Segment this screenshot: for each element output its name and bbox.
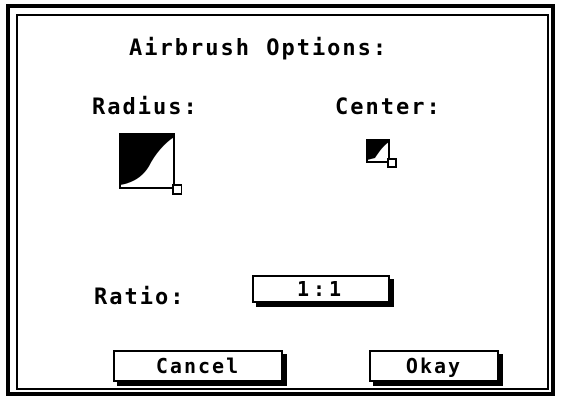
cancel-button[interactable]: Cancel (113, 350, 283, 382)
radius-handle[interactable] (172, 184, 182, 195)
ratio-field[interactable]: 1:1 (252, 275, 390, 303)
center-label: Center: (335, 95, 442, 120)
dialog-title: Airbrush Options: (129, 36, 389, 61)
airbrush-options-dialog: Airbrush Options: Radius: Center: Ratio:… (6, 4, 555, 396)
center-handle[interactable] (387, 158, 397, 168)
okay-button[interactable]: Okay (369, 350, 499, 382)
center-ramp-icon[interactable] (365, 138, 401, 174)
dialog-inner-frame (16, 14, 549, 390)
ratio-label: Ratio: (94, 285, 186, 310)
radius-label: Radius: (92, 95, 199, 120)
radius-ramp-icon[interactable] (118, 132, 182, 198)
